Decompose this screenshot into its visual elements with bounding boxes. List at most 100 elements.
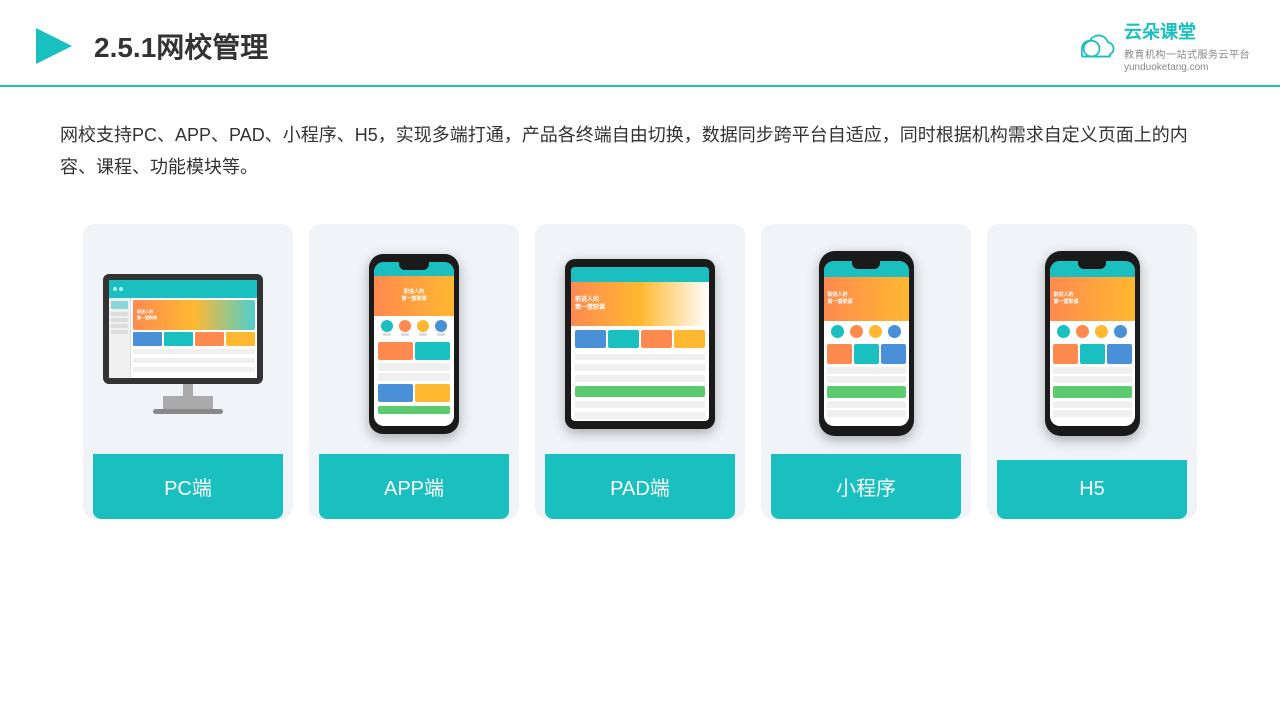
screen-main: 职进人的第一堂职课 [131, 298, 257, 378]
miniapp-image-area: 职进人的第一堂职课 [771, 244, 961, 444]
miniapp-frame: 职进人的第一堂职课 [819, 251, 914, 436]
screen-body-wrap: 职进人的第一堂职课 [109, 298, 257, 378]
screen-dot [113, 287, 117, 291]
miniapp-card: 职进人的第一堂职课 [761, 224, 971, 519]
tablet-green-block [575, 386, 705, 398]
tablet-card [608, 330, 639, 348]
wp-icon [831, 325, 844, 338]
pad-card: 职进人的第一堂职课 PAD端 [535, 224, 745, 519]
phone-icons-row [374, 316, 454, 340]
h5-icon [1076, 325, 1089, 338]
miniapp-label: 小程序 [771, 454, 961, 519]
monitor-screen: 职进人的第一堂职课 [103, 274, 263, 384]
phone-green-block [378, 406, 450, 414]
header: 2.5.1网校管理 云朵课堂 教育机构一站式服务云平台 yunduoketang… [0, 0, 1280, 87]
phone-content-card [415, 342, 450, 360]
tablet-list-row [575, 375, 705, 382]
phone-content-row [374, 382, 454, 404]
header-right: 云朵课堂 教育机构一站式服务云平台 yunduoketang.com [1074, 18, 1250, 73]
wp-card [881, 344, 906, 364]
phone-content-row [374, 340, 454, 362]
phone-icon-circle [399, 320, 411, 332]
monitor-stand [163, 396, 213, 414]
tablet-banner-text: 职进人的第一堂职课 [575, 296, 605, 313]
h5-list [1053, 367, 1132, 374]
screen-content: 职进人的第一堂职课 [109, 280, 257, 378]
h5-card-item [1107, 344, 1132, 364]
phone-icon-circle [417, 320, 429, 332]
h5-list [1053, 410, 1132, 417]
h5-banner-text: 职进人的第一堂职课 [1054, 292, 1079, 306]
pc-label: PC端 [93, 454, 283, 519]
h5-icons [1050, 321, 1135, 342]
tablet-screen: 职进人的第一堂职课 [571, 267, 709, 421]
screen-cards-row [133, 332, 255, 346]
wp-cards [824, 342, 909, 366]
phone-content-card [415, 384, 450, 402]
tablet-card [674, 330, 705, 348]
wide-phone-screen: 职进人的第一堂职课 [824, 261, 909, 426]
screen-mini-card [164, 332, 193, 346]
tablet-header-bar [571, 267, 709, 282]
pc-monitor: 职进人的第一堂职课 [103, 274, 273, 414]
pad-image-area: 职进人的第一堂职课 [545, 244, 735, 444]
wp-list [827, 410, 906, 417]
pad-label: PAD端 [545, 454, 735, 519]
h5-banner: 职进人的第一堂职课 [1050, 277, 1135, 321]
phone-banner-text: 职进人的第一堂职课 [401, 289, 426, 302]
h5-list [1053, 376, 1132, 383]
pc-card: 职进人的第一堂职课 [83, 224, 293, 519]
phone-icon-item [435, 320, 447, 336]
phone-list-item [378, 363, 450, 371]
h5-label: H5 [997, 460, 1187, 519]
header-left: 2.5.1网校管理 [30, 22, 268, 70]
h5-frame: 职进人的第一堂职课 [1045, 251, 1140, 436]
phone-icon-circle [381, 320, 393, 332]
screen-banner-text: 职进人的第一堂职课 [137, 309, 157, 321]
phone-icon-item [381, 320, 393, 336]
h5-list [1053, 401, 1132, 408]
wide-phone-notch [852, 261, 880, 269]
screen-list-item [133, 358, 255, 363]
pc-image-area: 职进人的第一堂职课 [93, 244, 283, 444]
screen-list-item [133, 349, 255, 354]
brand-name: 云朵课堂 [1124, 18, 1250, 44]
description-text: 网校支持PC、APP、PAD、小程序、H5，实现多端打通，产品各终端自由切换，数… [0, 87, 1280, 204]
screen-banner: 职进人的第一堂职课 [133, 300, 255, 330]
tablet-list-row [575, 354, 705, 361]
tablet-list-row [575, 412, 705, 419]
phone-icon-dot [383, 333, 391, 336]
wp-banner-text: 职进人的第一堂职课 [828, 292, 853, 306]
logo-arrow-icon [30, 22, 78, 70]
wp-list [827, 367, 906, 374]
app-label: APP端 [319, 454, 509, 519]
h5-cards [1050, 342, 1135, 366]
phone-list-item [378, 373, 450, 381]
h5-icon [1114, 325, 1127, 338]
tablet-frame: 职进人的第一堂职课 [565, 259, 715, 429]
phone-icon-dot [437, 333, 445, 336]
tablet-card [575, 330, 606, 348]
phone-icon-item [399, 320, 411, 336]
h5-image-area: 职进人的第一堂职课 [997, 244, 1187, 444]
tablet-list-row [575, 401, 705, 408]
screen-mini-card [226, 332, 255, 346]
app-image-area: 职进人的第一堂职课 [319, 244, 509, 444]
screen-list-item [133, 367, 255, 372]
phone-icon-item [417, 320, 429, 336]
screen-dot [119, 287, 123, 291]
phone-frame: 职进人的第一堂职课 [369, 254, 459, 434]
h5-phone-notch [1078, 261, 1106, 269]
phone-content-card [378, 342, 413, 360]
phone-icon-dot [419, 333, 427, 336]
phone-screen: 职进人的第一堂职课 [374, 262, 454, 426]
brand-url: yunduoketang.com [1124, 62, 1250, 73]
tablet-card [641, 330, 672, 348]
wp-green-block [827, 386, 906, 398]
wp-card [854, 344, 879, 364]
description-content: 网校支持PC、APP、PAD、小程序、H5，实现多端打通，产品各终端自由切换，数… [60, 125, 1188, 177]
wp-banner: 职进人的第一堂职课 [824, 277, 909, 321]
screen-mini-card [133, 332, 162, 346]
wp-icons [824, 321, 909, 342]
tablet-list-row [575, 364, 705, 371]
